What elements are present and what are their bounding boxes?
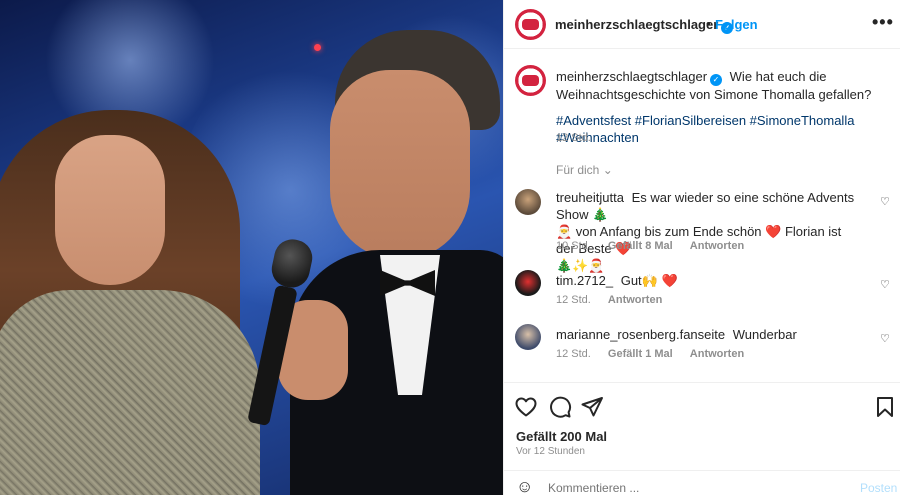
reply-button[interactable]: Antworten xyxy=(608,294,662,306)
comment-time: 12 Std. xyxy=(556,294,591,306)
add-comment-bar: ☺ Posten xyxy=(504,470,900,495)
comment-bubble-icon[interactable] xyxy=(548,395,572,419)
comment-meta: 12 Std. Gefällt 1 Mal Antworten xyxy=(556,348,758,360)
follow-button[interactable]: Folgen xyxy=(715,17,758,32)
comment-meta: 10 Std. Gefällt 8 Mal Antworten xyxy=(556,240,758,252)
caption-hashtags[interactable]: #Adventsfest #FlorianSilbereisen #Simone… xyxy=(556,112,891,146)
comment-body: Gut🙌 ❤️ xyxy=(620,273,678,288)
post-header: meinherzschlaegtschlager ✓ • Folgen ••• xyxy=(504,0,900,49)
for-you-label[interactable]: Für dich xyxy=(556,163,599,177)
stage-red-light xyxy=(314,44,321,51)
comment-text: treuheitjutta Es war wieder so eine schö… xyxy=(556,189,856,274)
post-image[interactable] xyxy=(0,0,503,495)
post-time-ago: Vor 12 Stunden xyxy=(516,446,585,457)
comment-input[interactable] xyxy=(548,481,828,495)
post-likes-count[interactable]: Gefällt 200 Mal xyxy=(516,429,607,444)
header-username-text[interactable]: meinherzschlaegtschlager xyxy=(555,17,718,32)
post-actions: Gefällt 200 Mal Vor 12 Stunden xyxy=(504,382,900,477)
woman-face xyxy=(55,135,165,285)
commenter-avatar[interactable] xyxy=(515,270,541,296)
comment-meta: 12 Std. Antworten xyxy=(556,294,676,306)
caption-time: 12 Std. xyxy=(556,132,591,144)
save-bookmark-icon[interactable] xyxy=(873,395,897,419)
comments-list[interactable]: meinherzschlaegtschlager ✓ Wie hat euch d… xyxy=(504,50,900,382)
comment-body: Wunderbar xyxy=(732,327,797,342)
like-comment-heart-icon[interactable]: ♡ xyxy=(880,195,890,208)
comment-username[interactable]: marianne_rosenberg.fanseite xyxy=(556,327,725,342)
like-heart-icon[interactable] xyxy=(514,395,538,419)
caption-username-text[interactable]: meinherzschlaegtschlager xyxy=(556,69,707,84)
reply-button[interactable]: Antworten xyxy=(690,240,744,252)
comment-username[interactable]: tim.2712_ xyxy=(556,273,613,288)
like-comment-heart-icon[interactable]: ♡ xyxy=(880,278,890,291)
like-comment-heart-icon[interactable]: ♡ xyxy=(880,332,890,345)
post-side-panel: meinherzschlaegtschlager ✓ • Folgen ••• m… xyxy=(503,0,900,495)
profile-avatar[interactable] xyxy=(515,9,546,40)
chevron-down-icon: ⌄ xyxy=(602,163,613,177)
comment-text: tim.2712_ Gut🙌 ❤️ xyxy=(556,272,856,289)
reply-button[interactable]: Antworten xyxy=(690,348,744,360)
comment-likes[interactable]: Gefällt 8 Mal xyxy=(608,240,673,252)
more-options-icon[interactable]: ••• xyxy=(872,12,894,33)
commenter-avatar[interactable] xyxy=(515,189,541,215)
verified-icon: ✓ xyxy=(710,74,723,86)
caption-avatar[interactable] xyxy=(515,65,546,96)
comment-time: 10 Std. xyxy=(556,240,591,252)
post-comment-button[interactable]: Posten xyxy=(860,481,897,495)
comment-body-line3: 🎄✨🎅 xyxy=(556,258,605,273)
share-paper-plane-icon[interactable] xyxy=(580,395,604,419)
woman-dress xyxy=(0,290,260,495)
comment-text: marianne_rosenberg.fanseite Wunderbar xyxy=(556,326,856,343)
caption-text: meinherzschlaegtschlager ✓ Wie hat euch d… xyxy=(556,68,891,103)
man-face xyxy=(330,70,470,260)
comment-likes[interactable]: Gefällt 1 Mal xyxy=(608,348,673,360)
for-you-dropdown[interactable]: Für dich ⌄ xyxy=(556,163,613,177)
caption-username[interactable]: meinherzschlaegtschlager ✓ xyxy=(556,69,723,86)
emoji-picker-icon[interactable]: ☺ xyxy=(516,477,533,495)
separator-dot: • xyxy=(706,16,711,31)
comment-time: 12 Std. xyxy=(556,348,591,360)
commenter-avatar[interactable] xyxy=(515,324,541,350)
comment-username[interactable]: treuheitjutta xyxy=(556,190,624,205)
